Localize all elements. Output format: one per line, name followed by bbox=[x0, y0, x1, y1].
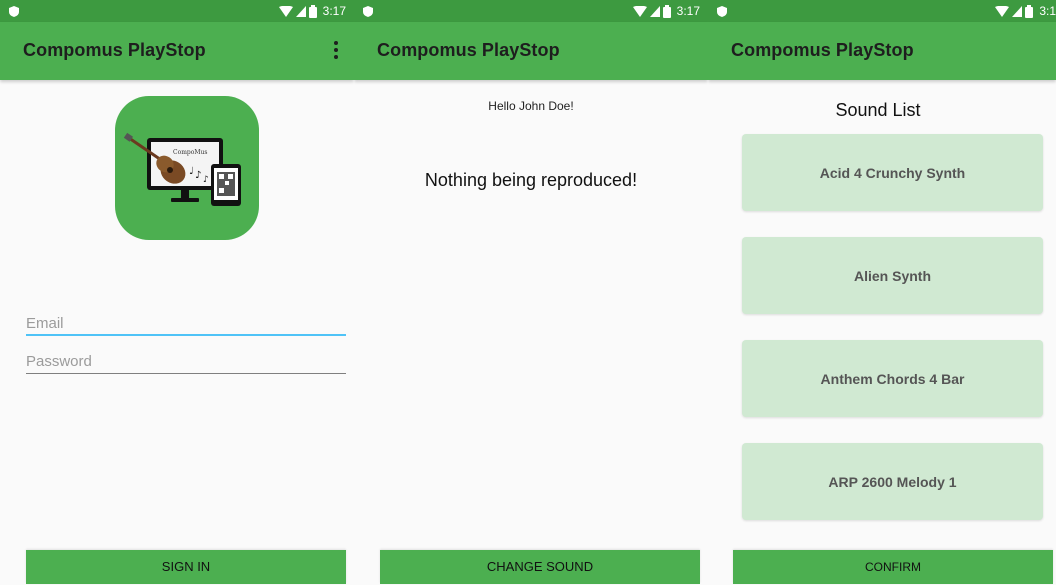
app-bar: Compomus PlayStop bbox=[354, 22, 708, 80]
sound-item[interactable]: Anthem Chords 4 Bar bbox=[742, 340, 1043, 417]
status-bar: 3:1 bbox=[708, 0, 1056, 22]
player-screen: 3:17 Compomus PlayStop Hello John Doe! N… bbox=[354, 0, 708, 585]
svg-text:♪: ♪ bbox=[195, 170, 201, 181]
shield-icon bbox=[717, 6, 727, 17]
app-title: Compomus PlayStop bbox=[23, 40, 206, 60]
password-input[interactable] bbox=[26, 344, 346, 372]
signal-icon bbox=[295, 5, 306, 17]
sound-item[interactable]: ARP 2600 Melody 1 bbox=[742, 443, 1043, 520]
sound-item[interactable]: Alien Synth bbox=[742, 237, 1043, 314]
svg-text:CompoMus: CompoMus bbox=[173, 149, 207, 156]
signal-icon bbox=[1012, 5, 1023, 17]
svg-text:♪: ♪ bbox=[203, 175, 209, 185]
shield-icon bbox=[9, 6, 19, 17]
playback-status: Nothing being reproduced! bbox=[424, 170, 638, 190]
svg-text:♩: ♩ bbox=[189, 166, 194, 177]
app-logo: ♩ ♪ ♪ CompoMus bbox=[115, 96, 259, 240]
email-input[interactable] bbox=[26, 306, 346, 334]
logo-illustration-icon: ♩ ♪ ♪ CompoMus bbox=[123, 132, 241, 206]
change-sound-button[interactable]: CHANGE SOUND bbox=[380, 550, 700, 584]
password-underline bbox=[26, 373, 346, 374]
wifi-icon bbox=[632, 5, 647, 17]
app-bar: Compomus PlayStop bbox=[708, 22, 1056, 80]
status-icons: 3:17 bbox=[632, 3, 700, 19]
app-title: Compomus PlayStop bbox=[731, 40, 914, 60]
battery-icon bbox=[308, 4, 317, 18]
password-field[interactable] bbox=[26, 344, 346, 374]
shield-icon bbox=[363, 6, 373, 17]
status-time: 3:17 bbox=[676, 4, 700, 18]
sign-in-button[interactable]: SIGN IN bbox=[26, 550, 346, 584]
status-bar: 3:17 bbox=[354, 0, 708, 22]
app-bar: Compomus PlayStop bbox=[0, 22, 354, 80]
email-underline bbox=[26, 334, 346, 336]
status-bar: 3:17 bbox=[0, 0, 354, 22]
login-screen: 3:17 Compomus PlayStop ♩ ♪ ♪ CompoMus Em… bbox=[0, 0, 354, 585]
wifi-icon bbox=[995, 5, 1010, 17]
status-icons: 3:1 bbox=[995, 3, 1056, 19]
status-icons: 3:17 bbox=[278, 3, 346, 19]
status-time: 3:17 bbox=[322, 4, 346, 18]
sound-item[interactable]: Acid 4 Crunchy Synth bbox=[742, 134, 1043, 211]
battery-icon bbox=[662, 4, 671, 18]
screens: 3:17 Compomus PlayStop ♩ ♪ ♪ CompoMus Em… bbox=[0, 0, 1056, 585]
sound-list-screen: 3:1 Compomus PlayStop Sound List Acid 4 … bbox=[708, 0, 1056, 585]
battery-icon bbox=[1025, 4, 1034, 18]
email-field[interactable] bbox=[26, 306, 346, 336]
sound-list-title: Sound List bbox=[835, 100, 921, 120]
signal-icon bbox=[649, 5, 660, 17]
wifi-icon bbox=[278, 5, 293, 17]
overflow-menu-icon[interactable] bbox=[324, 36, 348, 64]
status-time: 3:1 bbox=[1039, 4, 1056, 18]
confirm-button[interactable]: CONFIRM bbox=[733, 550, 1053, 584]
app-title: Compomus PlayStop bbox=[377, 40, 560, 60]
greeting-text: Hello John Doe! bbox=[488, 99, 574, 113]
